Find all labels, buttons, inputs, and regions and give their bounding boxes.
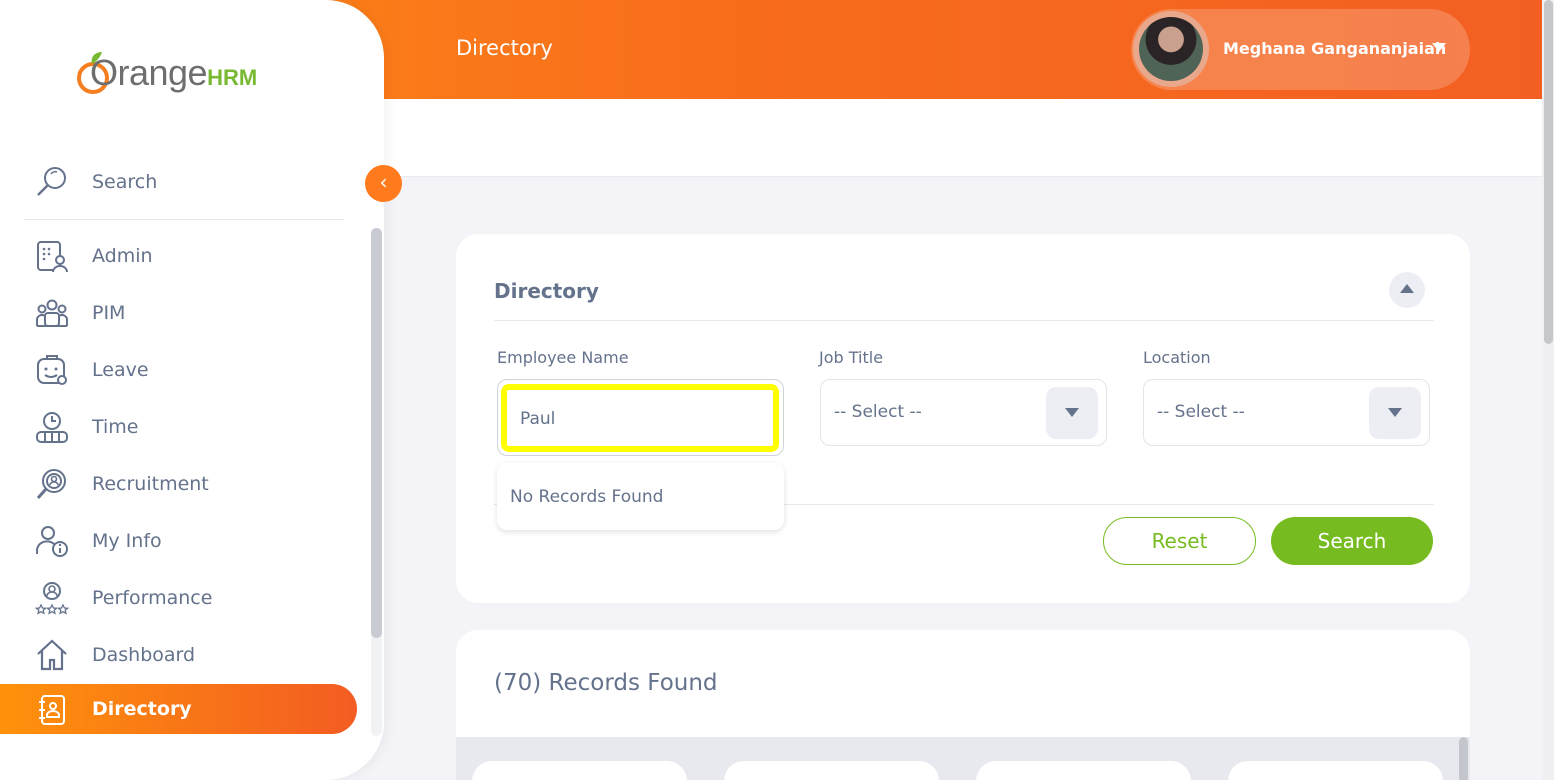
sidebar-search-label: Search xyxy=(92,171,158,193)
sidebar-search[interactable]: Search xyxy=(24,150,344,220)
page-title: Directory xyxy=(456,36,553,60)
sidebar-item-my-info[interactable]: My Info xyxy=(0,516,357,566)
employee-card[interactable] xyxy=(724,761,939,780)
job-title-label: Job Title xyxy=(819,348,884,367)
sidebar-item-admin[interactable]: Admin xyxy=(0,231,357,281)
sidebar-item-recruitment[interactable]: Recruitment xyxy=(0,459,357,509)
dashboard-icon xyxy=(35,638,69,672)
sub-header xyxy=(384,99,1542,177)
records-count: (70) Records Found xyxy=(494,670,718,696)
leave-icon xyxy=(35,353,69,387)
recruitment-icon xyxy=(35,467,69,501)
sidebar-item-dashboard[interactable]: Dashboard xyxy=(0,630,357,680)
employee-name-input[interactable]: Paul xyxy=(497,379,784,456)
logo-suffix-text: HRM xyxy=(207,65,258,90)
sidebar-item-label: Directory xyxy=(92,698,192,720)
sidebar-item-label: Performance xyxy=(92,587,213,609)
employee-name-value[interactable]: Paul xyxy=(520,409,555,429)
pim-icon xyxy=(35,296,69,330)
reset-button[interactable]: Reset xyxy=(1103,517,1256,565)
employee-name-focus-ring[interactable]: Paul xyxy=(501,384,779,452)
collapse-filter-button[interactable] xyxy=(1389,272,1425,308)
chevron-down-icon[interactable] xyxy=(1369,387,1421,439)
user-menu[interactable]: Meghana Gangananjaiah xyxy=(1131,9,1470,90)
avatar-photo xyxy=(1139,17,1203,81)
sidebar-item-label: Time xyxy=(92,416,139,438)
filter-title: Directory xyxy=(494,279,599,303)
sidebar-item-performance[interactable]: Performance xyxy=(0,573,357,623)
sidebar-scrollbar[interactable] xyxy=(371,228,382,638)
sidebar-item-label: Dashboard xyxy=(92,644,196,666)
location-label: Location xyxy=(1143,348,1211,367)
sidebar-item-label: PIM xyxy=(92,302,126,324)
orangehrm-logo[interactable]: OrangeHRM xyxy=(74,46,258,100)
time-icon xyxy=(35,410,69,444)
sidebar-item-time[interactable]: Time xyxy=(0,402,357,452)
employee-name-label: Employee Name xyxy=(497,348,629,367)
records-scrollbar[interactable] xyxy=(1459,737,1468,780)
records-grid xyxy=(456,737,1470,780)
chevron-left-icon: ‹ xyxy=(379,170,388,194)
avatar[interactable] xyxy=(1133,11,1209,87)
my-info-icon xyxy=(35,524,69,558)
logo-main-text: Orange xyxy=(90,52,208,93)
sidebar-item-label: Leave xyxy=(92,359,149,381)
location-select[interactable]: -- Select -- xyxy=(1143,379,1430,446)
user-name[interactable]: Meghana Gangananjaiah xyxy=(1223,39,1446,58)
sidebar-item-directory[interactable]: Directory xyxy=(0,684,357,734)
directory-icon xyxy=(35,693,69,727)
admin-icon xyxy=(35,239,69,273)
directory-filter-card: Directory Employee Name Job Title Locati… xyxy=(456,234,1470,603)
sidebar-item-leave[interactable]: Leave xyxy=(0,345,357,395)
records-card: (70) Records Found xyxy=(456,630,1470,780)
job-title-select[interactable]: -- Select -- xyxy=(820,379,1107,446)
sidebar-item-label: My Info xyxy=(92,530,162,552)
logo-text: OrangeHRM xyxy=(90,52,258,94)
sidebar-toggle-button[interactable]: ‹ xyxy=(365,165,402,202)
employee-card[interactable] xyxy=(976,761,1191,780)
chevron-down-icon[interactable] xyxy=(1432,43,1446,52)
page-scrollbar[interactable] xyxy=(1544,0,1553,344)
search-button[interactable]: Search xyxy=(1271,517,1433,565)
divider xyxy=(494,320,1434,321)
search-icon xyxy=(35,164,69,198)
employee-card[interactable] xyxy=(1228,761,1443,780)
sidebar-item-label: Recruitment xyxy=(92,473,209,495)
sidebar: OrangeHRM Search Admin PIM Leave Time Re… xyxy=(0,0,384,780)
performance-icon xyxy=(34,581,70,615)
employee-card[interactable] xyxy=(472,761,687,780)
autocomplete-message: No Records Found xyxy=(510,487,664,507)
chevron-down-icon[interactable] xyxy=(1046,387,1098,439)
job-title-selected: -- Select -- xyxy=(834,402,922,422)
autocomplete-dropdown: No Records Found xyxy=(497,463,784,530)
sidebar-item-label: Admin xyxy=(92,245,153,267)
sidebar-item-pim[interactable]: PIM xyxy=(0,288,357,338)
location-selected: -- Select -- xyxy=(1157,402,1245,422)
